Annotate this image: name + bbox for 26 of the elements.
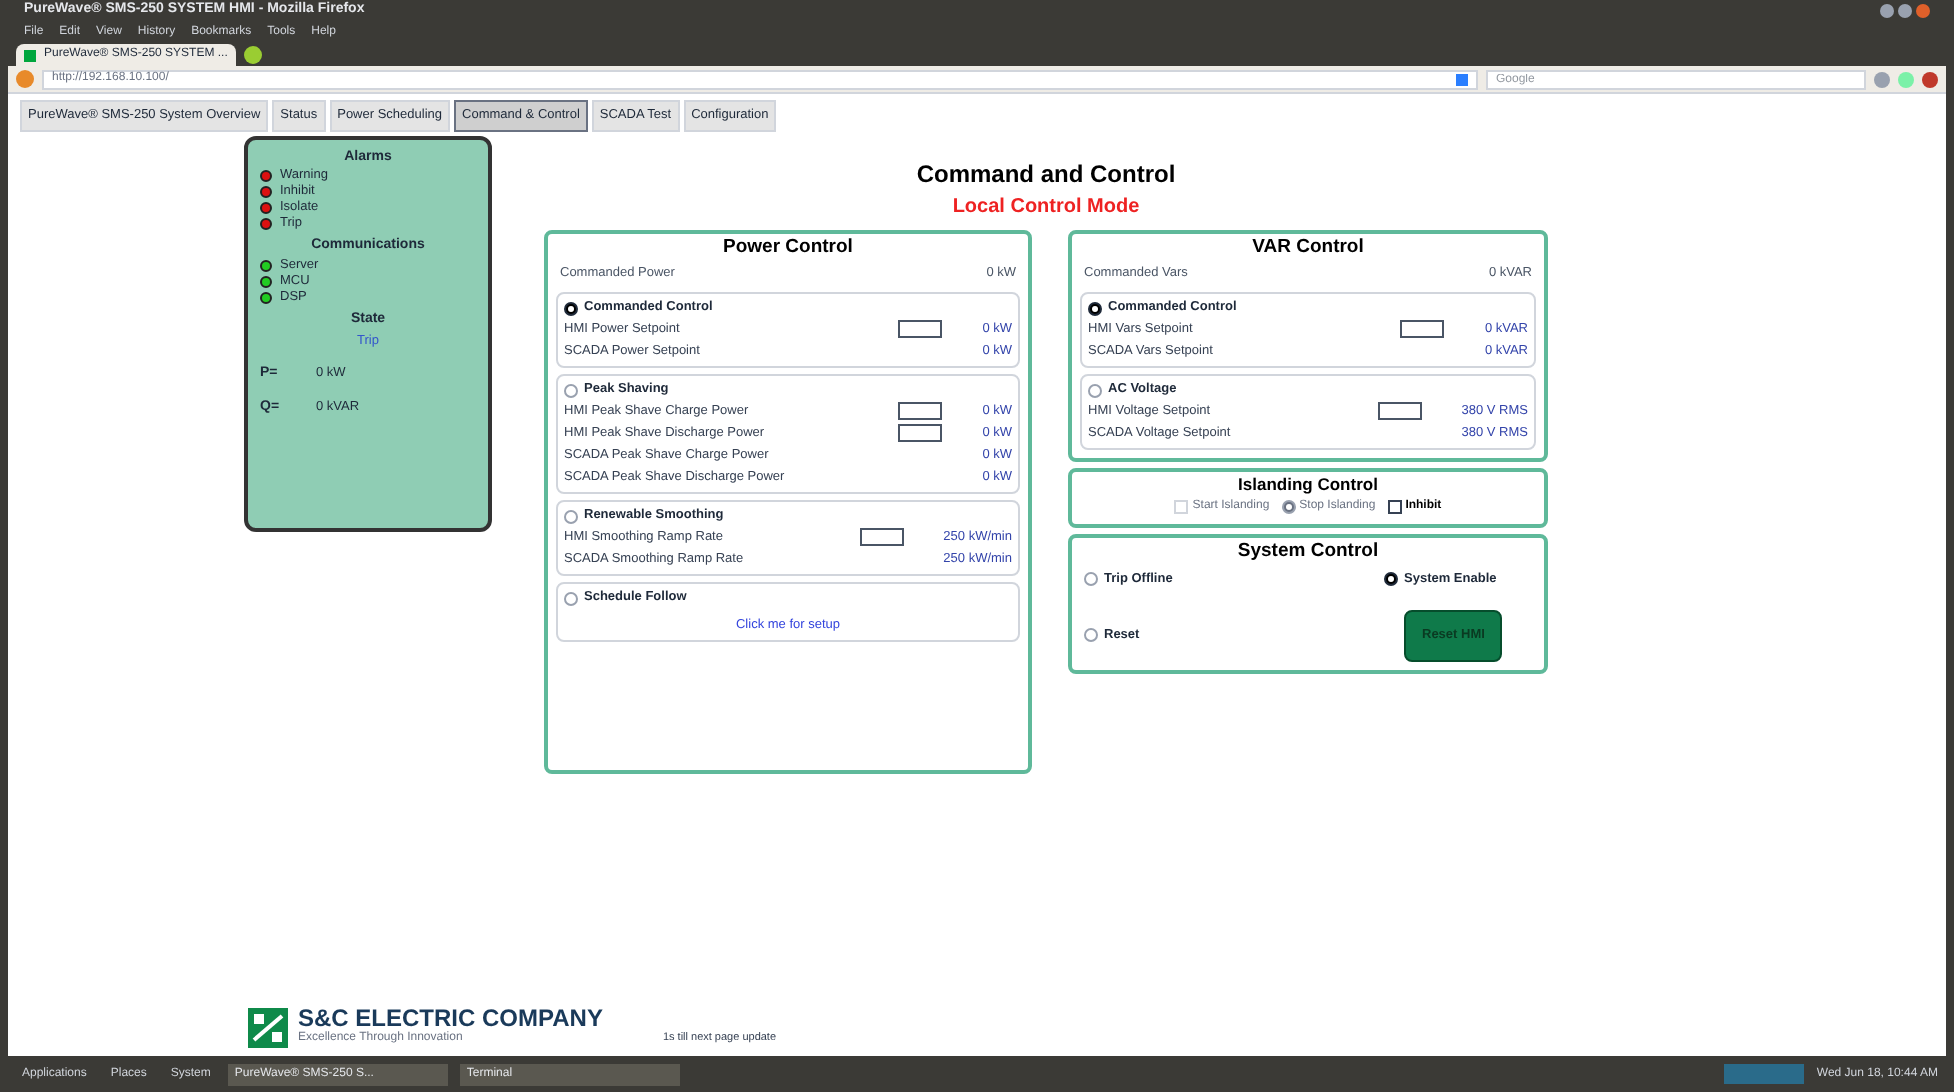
company-name: S&C ELECTRIC COMPANY <box>298 1006 603 1030</box>
setpoint-input[interactable] <box>898 402 943 420</box>
radio-button[interactable] <box>564 383 578 397</box>
page-title: Command and Control <box>916 157 1176 192</box>
radio-button[interactable] <box>564 301 578 315</box>
radio-button[interactable] <box>1084 572 1098 587</box>
panel-title: VAR Control <box>1250 233 1366 262</box>
panel-title: Power Control <box>721 233 855 262</box>
logo-icon <box>248 1007 288 1047</box>
setpoint-input[interactable] <box>898 320 943 338</box>
radio-button[interactable] <box>1384 572 1398 587</box>
radio-button[interactable] <box>1088 383 1102 397</box>
radio-button[interactable] <box>1088 301 1102 315</box>
setpoint-input[interactable] <box>898 424 943 442</box>
checkbox[interactable] <box>1387 499 1402 514</box>
panel-title: Islanding Control <box>1236 472 1380 498</box>
setpoint-input[interactable] <box>859 528 904 546</box>
mode-label: Local Control Mode <box>952 193 1140 222</box>
radio-button[interactable] <box>564 509 578 523</box>
setpoint-input[interactable] <box>1377 402 1422 420</box>
new-tab-icon[interactable] <box>243 46 262 64</box>
radio-button[interactable] <box>564 591 578 605</box>
setpoint-input[interactable] <box>1400 320 1445 338</box>
page-icon <box>24 49 36 61</box>
radio-button[interactable] <box>1084 628 1098 643</box>
panel-title: System Control <box>1235 537 1381 566</box>
